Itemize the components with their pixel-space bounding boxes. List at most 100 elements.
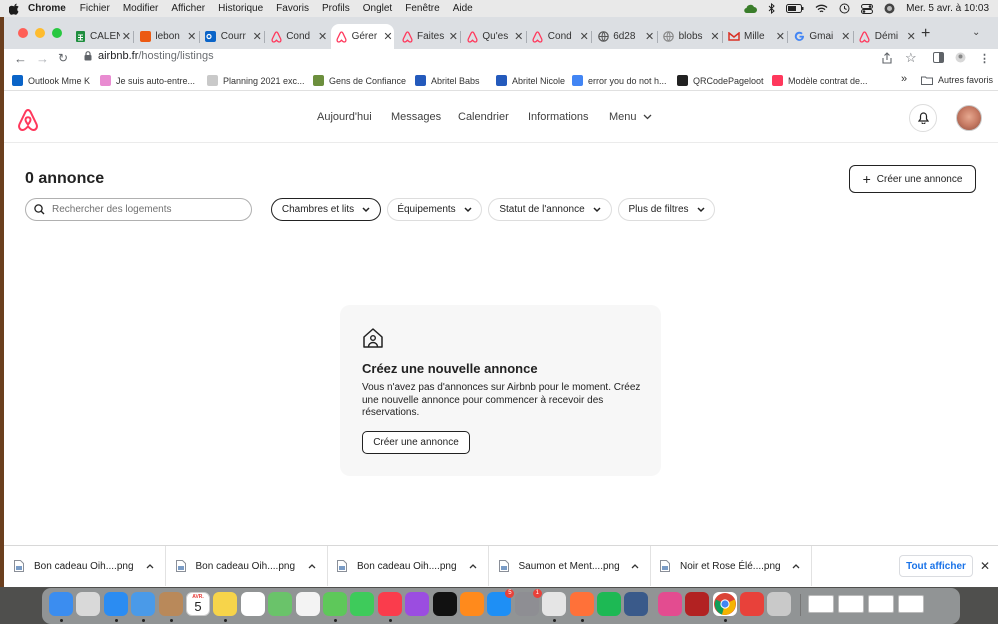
bluetooth-icon[interactable]	[768, 3, 775, 14]
wifi-icon[interactable]	[815, 4, 828, 14]
trash-icon[interactable]	[767, 592, 792, 616]
browser-tab[interactable]: Faites ✕	[396, 24, 459, 49]
nav-informations[interactable]: Informations	[528, 111, 589, 123]
close-tab-icon[interactable]: ✕	[513, 30, 525, 43]
browser-tab[interactable]: blobs ✕	[658, 24, 721, 49]
menu-app-name[interactable]: Chrome	[28, 3, 66, 14]
create-listing-button[interactable]: + Créer une annonce	[849, 165, 976, 193]
minimized-window-thumbnail[interactable]	[898, 595, 924, 613]
settings-icon[interactable]: 1	[514, 589, 542, 616]
browser-tab[interactable]: 6d28 ✕	[592, 24, 655, 49]
side-panel-icon[interactable]	[933, 52, 944, 63]
anydesk-icon[interactable]	[740, 592, 764, 616]
bookmark-item[interactable]: Je suis auto-entre...	[100, 75, 195, 86]
mail-icon[interactable]	[131, 592, 156, 616]
notifications-bell-icon[interactable]	[909, 104, 937, 132]
lock-icon[interactable]	[84, 51, 92, 61]
messages-icon[interactable]	[323, 592, 347, 616]
bookmark-item[interactable]: Planning 2021 exc...	[207, 75, 305, 86]
safari-icon[interactable]	[103, 592, 128, 616]
close-tab-icon[interactable]: ✕	[317, 30, 329, 43]
photos-icon[interactable]	[295, 592, 320, 616]
chevron-up-icon[interactable]	[141, 563, 159, 569]
close-tab-icon[interactable]: ✕	[905, 30, 917, 43]
close-tab-icon[interactable]: ✕	[251, 30, 263, 43]
menubar-datetime[interactable]: Mer. 5 avr. à 10:03	[906, 3, 989, 14]
user-avatar[interactable]	[956, 105, 982, 131]
chevron-up-icon[interactable]	[303, 563, 321, 569]
control-center-icon[interactable]	[861, 3, 874, 14]
empty-state-create-button[interactable]: Créer une annonce	[362, 431, 470, 454]
browser-tab[interactable]: Mille ✕	[723, 24, 786, 49]
minimized-window-thumbnail[interactable]	[808, 595, 834, 613]
music-icon[interactable]	[377, 592, 402, 616]
search-input[interactable]	[52, 204, 232, 215]
download-item[interactable]: Bon cadeau Oih....png	[4, 546, 166, 586]
download-item[interactable]: Bon cadeau Oih....png	[166, 546, 328, 586]
filter-listing-status[interactable]: Statut de l'annonce	[488, 198, 612, 221]
firefox-icon[interactable]	[569, 592, 594, 616]
forward-arrow-icon[interactable]: →	[36, 51, 49, 66]
nav-calendar[interactable]: Calendrier	[458, 111, 509, 123]
download-item[interactable]: Saumon et Ment....png	[489, 546, 651, 586]
notes-icon[interactable]	[213, 592, 238, 616]
siri-icon[interactable]	[884, 3, 895, 14]
minimized-window-thumbnail[interactable]	[868, 595, 894, 613]
close-tab-icon[interactable]: ✕	[120, 30, 132, 43]
appstore-icon[interactable]: 5	[487, 589, 515, 616]
browser-tab[interactable]: Gérer ✕	[330, 24, 394, 49]
address-bar[interactable]: airbnb.fr/hosting/listings	[84, 50, 214, 62]
bookmark-item[interactable]: Abritel Nicole	[496, 75, 565, 86]
menu-fenetre[interactable]: Fenêtre	[405, 3, 439, 14]
podcasts-icon[interactable]	[405, 592, 430, 616]
bookmark-star-icon[interactable]: ☆	[905, 50, 917, 66]
bookmark-item[interactable]: QRCodePageloot	[677, 75, 764, 86]
close-tab-icon[interactable]: ✕	[447, 30, 459, 43]
browser-tab[interactable]: Cond ✕	[527, 24, 590, 49]
calendar-icon[interactable]: AVR. 5	[186, 592, 210, 616]
chrome-menu-icon[interactable]: ⋮	[979, 52, 990, 65]
menu-favoris[interactable]: Favoris	[276, 3, 309, 14]
show-all-downloads-button[interactable]: Tout afficher	[899, 555, 973, 577]
menu-aide[interactable]: Aide	[453, 3, 473, 14]
browser-tab[interactable]: CALEN ✕	[69, 24, 132, 49]
other-bookmarks[interactable]: Autres favoris	[921, 75, 993, 85]
cloud-upload-icon[interactable]	[744, 4, 758, 14]
browser-tab[interactable]: Courr ✕	[200, 24, 263, 49]
menu-fichier[interactable]: Fichier	[80, 3, 110, 14]
preview-icon[interactable]	[542, 592, 567, 616]
back-arrow-icon[interactable]: ←	[14, 51, 27, 66]
browser-tab[interactable]: Cond ✕	[265, 24, 328, 49]
bookmark-item[interactable]: Abritel Babs	[415, 75, 480, 86]
browser-tab[interactable]: lebon ✕	[134, 24, 197, 49]
nav-menu[interactable]: Menu	[609, 111, 652, 123]
close-window-button[interactable]	[18, 28, 28, 38]
close-tab-icon[interactable]: ✕	[578, 30, 590, 43]
reload-icon[interactable]: ↻	[58, 51, 68, 65]
contacts-icon[interactable]	[158, 592, 183, 616]
airbnb-logo-icon[interactable]	[17, 108, 39, 132]
close-tab-icon[interactable]: ✕	[840, 30, 852, 43]
reminders-icon[interactable]	[240, 592, 265, 616]
close-tab-icon[interactable]: ✕	[186, 30, 198, 43]
zoom-window-button[interactable]	[52, 28, 62, 38]
menu-profils[interactable]: Profils	[322, 3, 350, 14]
chevron-up-icon[interactable]	[626, 563, 644, 569]
appletv-icon[interactable]	[432, 592, 457, 616]
download-item[interactable]: Bon cadeau Oih....png	[327, 546, 489, 586]
nav-messages[interactable]: Messages	[391, 111, 441, 123]
chrome-icon[interactable]	[712, 592, 737, 616]
minimized-window-thumbnail[interactable]	[838, 595, 864, 613]
browser-tab[interactable]: Démi ✕	[854, 24, 917, 49]
listing-search-box[interactable]	[25, 198, 252, 221]
profile-extension-icon[interactable]	[955, 52, 966, 63]
browser-tab[interactable]: Qu'es ✕	[461, 24, 524, 49]
chevron-up-icon[interactable]	[787, 563, 805, 569]
chevron-up-icon[interactable]	[464, 563, 482, 569]
menu-historique[interactable]: Historique	[218, 3, 263, 14]
nav-today[interactable]: Aujourd'hui	[317, 111, 372, 123]
launchpad-icon[interactable]	[76, 592, 101, 616]
maps-icon[interactable]	[268, 592, 293, 616]
close-tab-icon[interactable]: ✕	[774, 30, 786, 43]
bookmark-item[interactable]: Outlook Mme K	[12, 75, 90, 86]
